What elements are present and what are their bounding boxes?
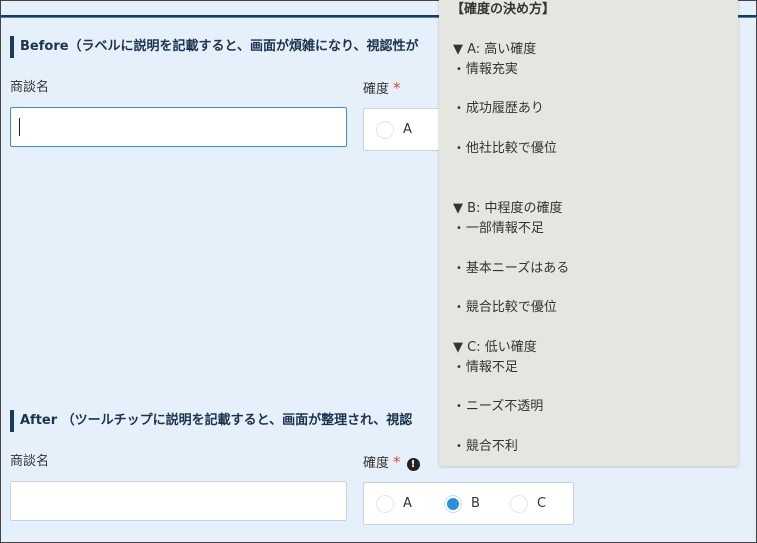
before-certainty-label: 確度 * bbox=[363, 80, 401, 98]
tooltip-item-text: 情報不足 bbox=[465, 360, 518, 375]
tooltip-grade-b: ▼ B: 中程度の確度 bbox=[453, 201, 563, 216]
bullet-icon: • bbox=[456, 441, 462, 452]
certainty-tooltip: 【確度の決め方】 ▼ A: 高い確度 • 情報充実 • 成功履歴あり • 他社比較で優… bbox=[439, 0, 738, 466]
bullet-icon: • bbox=[456, 302, 462, 313]
tooltip-item-text: 他社比較で優位 bbox=[465, 141, 557, 156]
text-cursor bbox=[19, 118, 20, 136]
after-certainty-label-text: 確度 bbox=[363, 456, 390, 471]
bullet-icon: • bbox=[456, 143, 462, 154]
page: Before（ラベルに説明を記載すると、画面が煩雑になり、視認性が 商談名 確度… bbox=[0, 0, 757, 543]
tooltip-item: • 競合不利 bbox=[456, 435, 518, 454]
tooltip-item-text: 競合比較で優位 bbox=[465, 300, 557, 315]
bullet-icon: • bbox=[456, 64, 462, 75]
tooltip-title: 【確度の決め方】 bbox=[451, 2, 556, 17]
bullet-icon: • bbox=[456, 223, 462, 234]
tooltip-item: • ニーズ不透明 bbox=[456, 395, 543, 414]
tooltip-item: • 情報充実 bbox=[456, 58, 518, 77]
after-required-asterisk: * bbox=[393, 453, 401, 471]
tooltip-item: • 競合比較で優位 bbox=[456, 296, 557, 315]
tooltip-item-text: 競合不利 bbox=[465, 439, 518, 454]
radio-circle-icon[interactable] bbox=[510, 494, 528, 513]
before-certainty-option-a[interactable]: A bbox=[376, 109, 412, 150]
tooltip-item-text: 成功履歴あり bbox=[465, 101, 544, 116]
info-exclamation-icon[interactable]: ! bbox=[406, 458, 420, 471]
tooltip-item: • 他社比較で優位 bbox=[456, 137, 557, 156]
before-required-asterisk: * bbox=[393, 79, 401, 97]
bullet-icon: • bbox=[456, 263, 462, 274]
tooltip-item-text: 一部情報不足 bbox=[465, 221, 544, 236]
after-certainty-option-a[interactable]: A bbox=[376, 483, 412, 524]
after-option-b-label: B bbox=[471, 496, 480, 511]
tooltip-item: • 情報不足 bbox=[456, 356, 518, 375]
after-certainty-option-b[interactable]: B bbox=[444, 483, 480, 524]
tooltip-item: • 一部情報不足 bbox=[456, 217, 544, 236]
after-certainty-label: 確度 *! bbox=[363, 454, 420, 472]
before-certainty-label-text: 確度 bbox=[363, 82, 390, 97]
radio-selected-icon[interactable] bbox=[444, 494, 462, 513]
tooltip-item-text: 情報充実 bbox=[465, 62, 518, 77]
bullet-icon: • bbox=[456, 362, 462, 373]
tooltip-grade-a: ▼ A: 高い確度 bbox=[453, 42, 537, 57]
before-section-heading: Before（ラベルに説明を記載すると、画面が煩雑になり、視認性が bbox=[10, 36, 510, 58]
radio-circle-icon[interactable] bbox=[376, 494, 394, 513]
after-section-heading: After （ツールチップに説明を記載すると、画面が整理され、視認 bbox=[10, 410, 510, 432]
tooltip-item: • 基本ニーズはある bbox=[456, 257, 569, 276]
bullet-icon: • bbox=[456, 103, 462, 114]
before-option-a-label: A bbox=[403, 122, 412, 137]
after-option-a-label: A bbox=[403, 496, 412, 511]
after-option-c-label: C bbox=[537, 496, 547, 511]
tooltip-grade-c: ▼ C: 低い確度 bbox=[453, 340, 537, 355]
after-deal-name-label: 商談名 bbox=[10, 454, 50, 469]
after-deal-name-input[interactable] bbox=[10, 481, 347, 521]
before-deal-name-label: 商談名 bbox=[10, 80, 50, 95]
after-certainty-radio-group: A B C bbox=[363, 482, 574, 525]
before-deal-name-input[interactable] bbox=[10, 107, 347, 147]
bullet-icon: • bbox=[456, 401, 462, 412]
tooltip-item-text: 基本ニーズはある bbox=[465, 261, 570, 276]
after-certainty-option-c[interactable]: C bbox=[510, 483, 546, 524]
tooltip-item-text: ニーズ不透明 bbox=[465, 399, 544, 414]
radio-circle-icon[interactable] bbox=[376, 120, 394, 139]
tooltip-item: • 成功履歴あり bbox=[456, 97, 544, 116]
